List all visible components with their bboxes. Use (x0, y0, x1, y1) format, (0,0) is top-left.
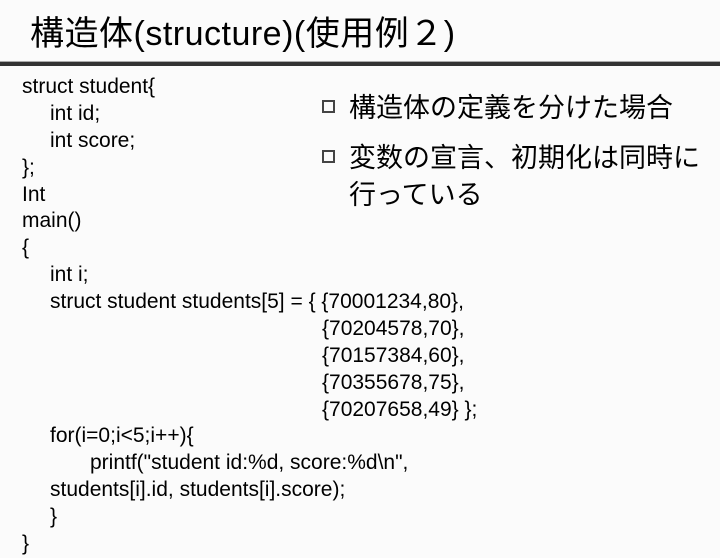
code-line: { (22, 235, 322, 262)
code-line: main() (22, 208, 322, 235)
code-line: students[i].id, students[i].score); (22, 477, 702, 504)
code-line: {70355678,75}, (22, 370, 702, 397)
code-line: {70207658,49} }; (22, 397, 702, 424)
code-line: for(i=0;i<5;i++){ (22, 423, 702, 450)
bullet-item: 構造体の定義を分けた場合 (322, 90, 702, 126)
code-line: {70204578,70}, (22, 316, 702, 343)
bullet-text: 構造体の定義を分けた場合 (349, 90, 673, 126)
bullet-list: 構造体の定義を分けた場合 変数の宣言、初期化は同時に行っている (322, 74, 702, 262)
bullet-item: 変数の宣言、初期化は同時に行っている (322, 140, 702, 213)
code-body-block: int i; struct student students[5] = { {7… (0, 262, 720, 558)
code-top-block: struct student{ int id; int score; }; In… (22, 74, 322, 262)
code-line: {70157384,60}, (22, 343, 702, 370)
square-bullet-icon (322, 150, 335, 163)
code-line: int score; (22, 128, 322, 155)
code-line: } (22, 504, 702, 531)
horizontal-rule (0, 61, 720, 66)
bullet-text: 変数の宣言、初期化は同時に行っている (349, 140, 702, 213)
code-line: }; (22, 155, 322, 182)
code-line: } (22, 531, 702, 558)
code-line: int id; (22, 101, 322, 128)
square-bullet-icon (322, 100, 335, 113)
code-line: struct student{ (22, 74, 322, 101)
slide-title: 構造体(structure)(使用例２) (30, 6, 720, 55)
code-line: int i; (22, 262, 702, 289)
code-line: Int (22, 182, 322, 209)
code-line: printf("student id:%d, score:%d\n", (22, 450, 702, 477)
code-line: struct student students[5] = { {70001234… (22, 289, 702, 316)
